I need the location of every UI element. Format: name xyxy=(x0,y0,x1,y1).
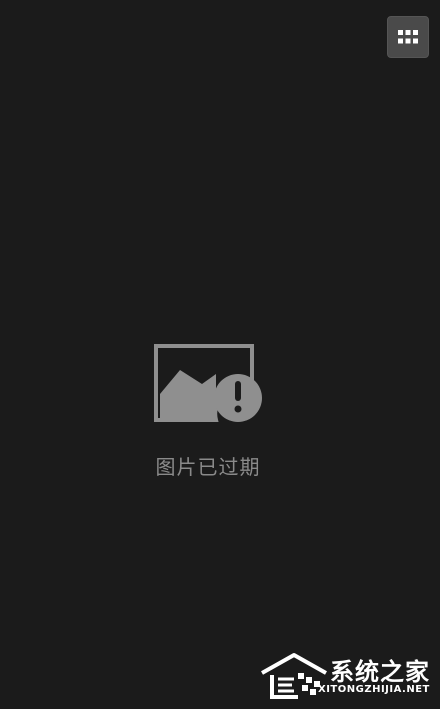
grid-icon xyxy=(398,30,418,44)
site-watermark: 系统之家 XITONGZHIJIA.NET xyxy=(258,651,434,703)
grid-menu-button[interactable] xyxy=(387,16,429,58)
watermark-title: 系统之家 xyxy=(330,658,430,686)
image-viewer-screen: 图片已过期 系统之家 XITONGZHIJIA.NET xyxy=(0,0,440,709)
watermark-url: XITONGZHIJIA.NET xyxy=(318,684,430,695)
image-expired-icon xyxy=(154,344,262,422)
house-logo-icon xyxy=(261,653,327,699)
image-expired-message: 图片已过期 xyxy=(155,455,261,479)
